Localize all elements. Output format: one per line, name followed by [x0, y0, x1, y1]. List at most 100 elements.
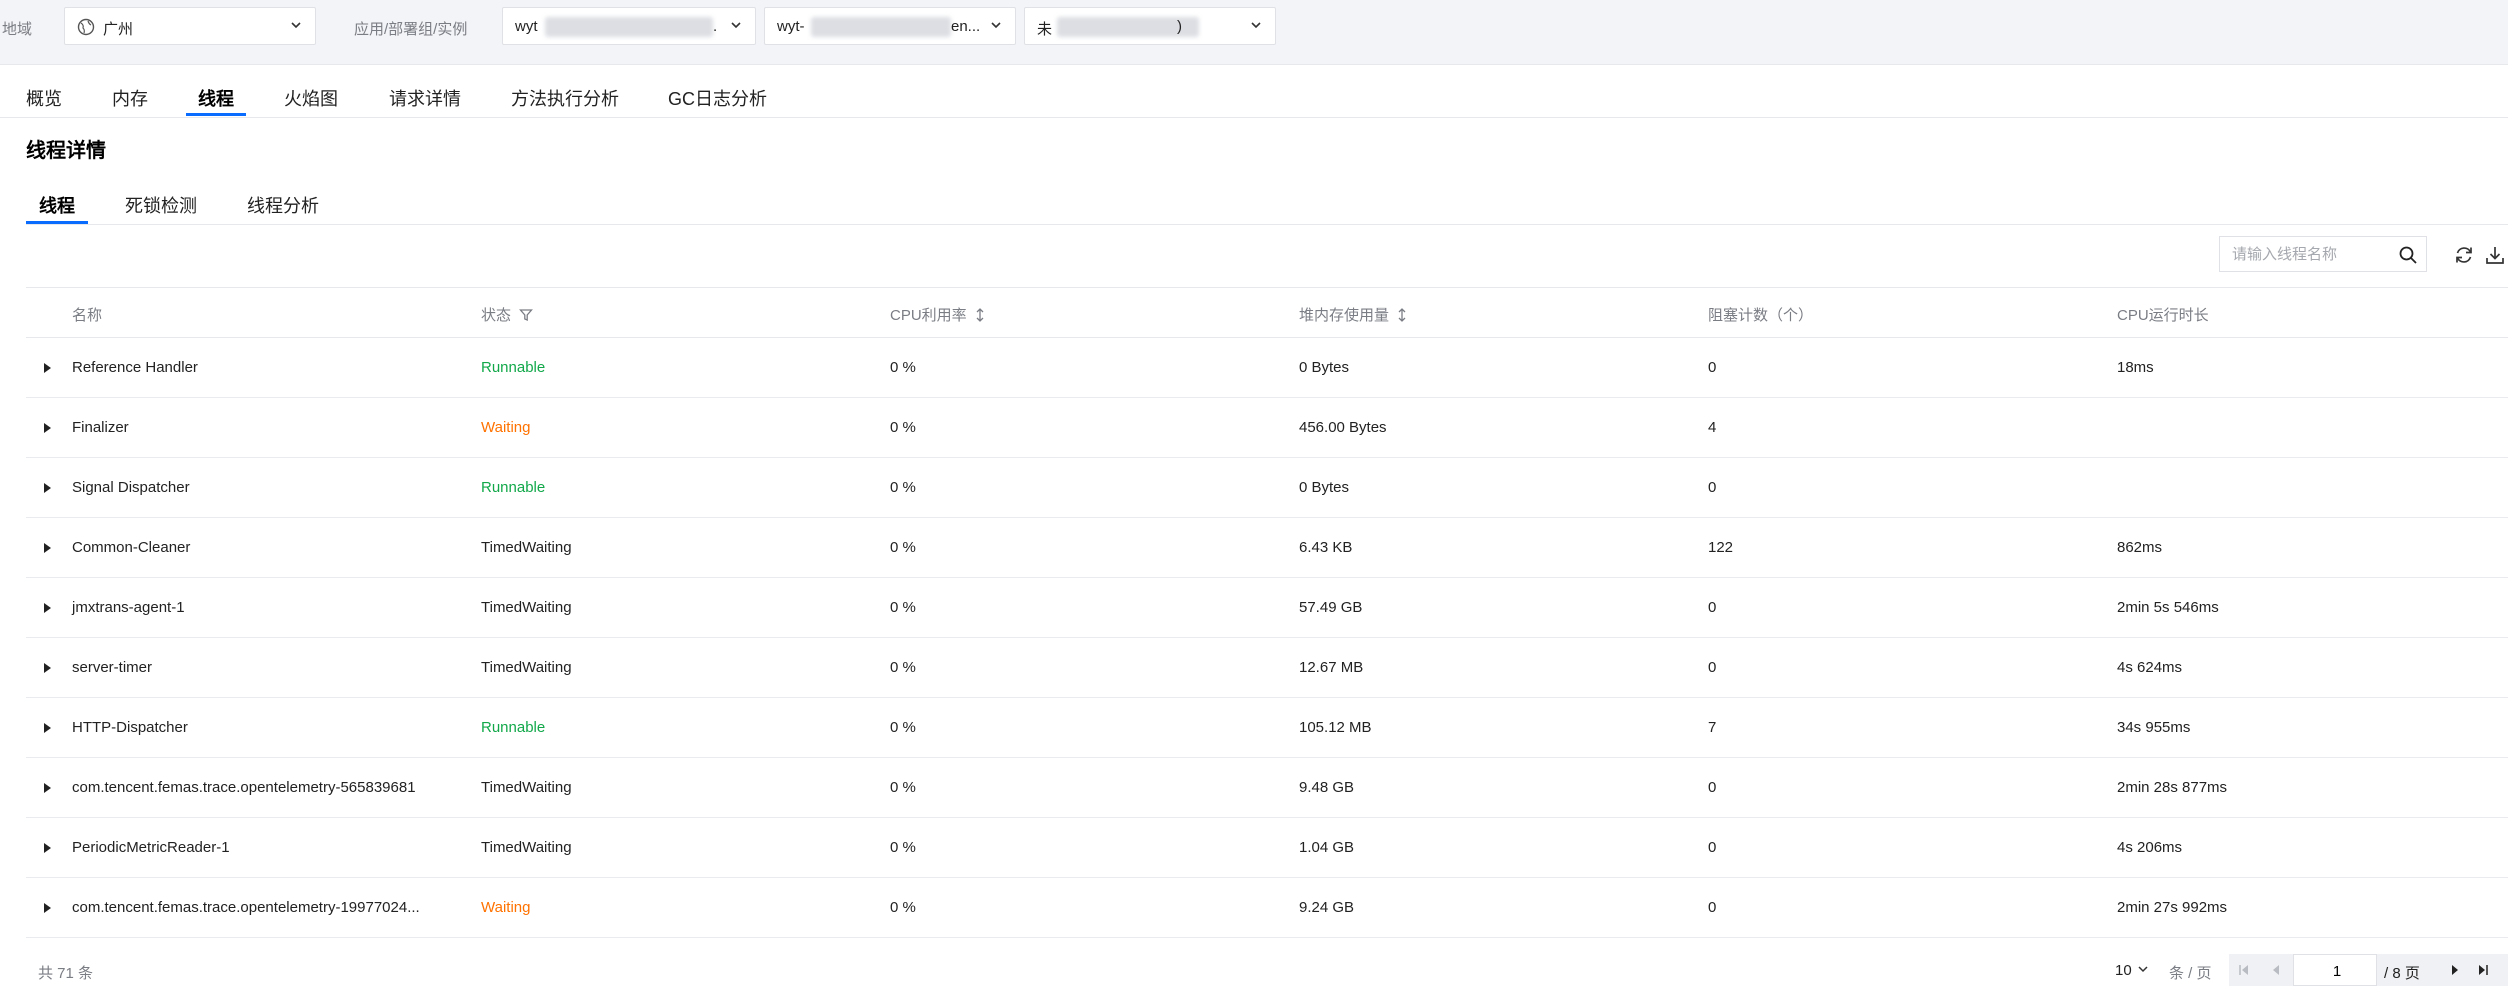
table-header: 名称 状态 CPU利用率 堆内存使用量 阻塞计数（个） CPU运行时长: [26, 288, 2508, 338]
expand-caret-icon[interactable]: [44, 903, 51, 913]
cell-cpu: 0 %: [890, 539, 916, 556]
group-select[interactable]: wyt- en...: [764, 7, 1016, 45]
subtab-deadlock[interactable]: 死锁检测: [125, 192, 197, 218]
app-select[interactable]: wyt .: [502, 7, 756, 45]
cell-blocked: 7: [1708, 719, 1717, 736]
expand-caret-icon[interactable]: [44, 663, 51, 673]
expand-caret-icon[interactable]: [44, 723, 51, 733]
cell-name: com.tencent.femas.trace.opentelemetry-19…: [72, 899, 420, 916]
table-row[interactable]: PeriodicMetricReader-1 TimedWaiting 0 % 1.0…: [26, 818, 2508, 878]
expand-caret-icon[interactable]: [44, 843, 51, 853]
page-size-select[interactable]: 10: [2115, 962, 2150, 979]
col-blocked: 阻塞计数（个）: [1708, 304, 1813, 325]
cell-heap: 105.12 MB: [1299, 719, 1372, 736]
cell-name: server-timer: [72, 659, 153, 676]
cell-cpu: 0 %: [890, 419, 916, 436]
tab-overview[interactable]: 概览: [26, 85, 62, 111]
table-row[interactable]: com.tencent.femas.trace.opentelemetry-56…: [26, 758, 2508, 818]
download-icon[interactable]: [2484, 244, 2506, 266]
col-heap[interactable]: 堆内存使用量: [1299, 304, 1407, 325]
table-row[interactable]: server-timer TimedWaiting 0 % 12.67 MB 0 4s 6…: [26, 638, 2508, 698]
active-subtab-indicator: [26, 221, 88, 224]
expand-caret-icon[interactable]: [44, 423, 51, 433]
filter-bar: 地域 广州 应用/部署组/实例 wyt . wyt- en... 未 ): [0, 0, 2508, 65]
page-title: 线程详情: [26, 140, 106, 162]
cell-cpu: 0 %: [890, 479, 916, 496]
cell-cpu: 0 %: [890, 719, 916, 736]
cell-cpu: 0 %: [890, 359, 916, 376]
tab-flamegraph[interactable]: 火焰图: [284, 85, 338, 111]
first-page-icon[interactable]: [2229, 954, 2259, 986]
expand-caret-icon[interactable]: [44, 483, 51, 493]
cell-blocked: 0: [1708, 659, 1717, 676]
tab-method-analysis[interactable]: 方法执行分析: [511, 85, 619, 111]
cell-state: Waiting: [481, 899, 531, 916]
sort-icon[interactable]: [1397, 308, 1407, 322]
cell-state: TimedWaiting: [481, 599, 572, 616]
col-cpu-time-label: CPU运行时长: [2117, 307, 2209, 324]
cell-blocked: 0: [1708, 899, 1717, 916]
pagination: 共 71 条 10 条 / 页 / 8 页: [0, 940, 2508, 994]
cell-cpu-time: 34s 955ms: [2117, 719, 2191, 736]
chevron-down-icon: [731, 22, 741, 29]
col-cpu-label: CPU利用率: [890, 307, 967, 324]
cell-cpu-time: 2min 5s 546ms: [2117, 599, 2219, 616]
tab-request-details[interactable]: 请求详情: [389, 85, 461, 111]
table-row[interactable]: Common-Cleaner TimedWaiting 0 % 6.43 KB 122 8…: [26, 518, 2508, 578]
subtab-thread-analysis[interactable]: 线程分析: [247, 192, 319, 218]
chevron-down-icon: [291, 22, 301, 29]
refresh-icon[interactable]: [2453, 244, 2475, 266]
tab-gc-log[interactable]: GC日志分析: [668, 85, 767, 111]
cell-name: HTTP-Dispatcher: [72, 719, 188, 736]
col-name-label: 名称: [72, 307, 103, 324]
expand-caret-icon[interactable]: [44, 543, 51, 553]
cell-cpu: 0 %: [890, 899, 916, 916]
col-cpu[interactable]: CPU利用率: [890, 304, 985, 325]
table-row[interactable]: HTTP-Dispatcher Runnable 0 % 105.12 MB 7 34s …: [26, 698, 2508, 758]
cell-cpu: 0 %: [890, 779, 916, 796]
tab-memory[interactable]: 内存: [112, 85, 148, 111]
tab-threads[interactable]: 线程: [198, 85, 234, 111]
next-page-icon[interactable]: [2440, 954, 2470, 986]
search-icon[interactable]: [2398, 245, 2418, 265]
cell-cpu-time: 862ms: [2117, 539, 2163, 556]
chevron-down-icon: [2138, 966, 2148, 973]
cell-name: jmxtrans-agent-1: [72, 599, 185, 616]
last-page-icon[interactable]: [2468, 954, 2498, 986]
search-input[interactable]: [2220, 237, 2414, 271]
cell-state: TimedWaiting: [481, 659, 572, 676]
cell-cpu-time: 2min 27s 992ms: [2117, 899, 2228, 916]
page-input[interactable]: [2294, 955, 2380, 987]
table-body: Reference Handler Runnable 0 % 0 Bytes 0 18ms…: [26, 338, 2508, 938]
expand-caret-icon[interactable]: [44, 363, 51, 373]
cell-cpu-time: 4s 624ms: [2117, 659, 2183, 676]
col-state: 状态: [481, 304, 533, 325]
redacted-mask: [811, 17, 951, 37]
table-row[interactable]: Finalizer Waiting 0 % 456.00 Bytes 4: [26, 398, 2508, 458]
expand-caret-icon[interactable]: [44, 603, 51, 613]
table-row[interactable]: Signal Dispatcher Runnable 0 % 0 Bytes 0: [26, 458, 2508, 518]
cell-heap: 9.24 GB: [1299, 899, 1355, 916]
filter-icon[interactable]: [519, 308, 533, 322]
cell-state: Runnable: [481, 479, 546, 496]
cell-heap: 0 Bytes: [1299, 479, 1350, 496]
cell-heap: 9.48 GB: [1299, 779, 1355, 796]
cell-name: com.tencent.femas.trace.opentelemetry-56…: [72, 779, 416, 796]
subtab-threads[interactable]: 线程: [39, 192, 75, 218]
instance-select[interactable]: 未 ): [1024, 7, 1276, 45]
total-count: 共 71 条: [38, 965, 94, 982]
prev-page-icon[interactable]: [2261, 954, 2291, 986]
thread-table: 名称 状态 CPU利用率 堆内存使用量 阻塞计数（个） CPU运行时长 Refe…: [26, 287, 2508, 938]
cell-state: TimedWaiting: [481, 539, 572, 556]
thread-search: [2219, 236, 2427, 272]
sub-tabs: 线程 死锁检测 线程分析: [26, 180, 2508, 225]
sort-icon[interactable]: [975, 308, 985, 322]
expand-caret-icon[interactable]: [44, 783, 51, 793]
cell-blocked: 0: [1708, 839, 1717, 856]
table-row[interactable]: jmxtrans-agent-1 TimedWaiting 0 % 57.49 GB 0…: [26, 578, 2508, 638]
table-row[interactable]: com.tencent.femas.trace.opentelemetry-19…: [26, 878, 2508, 938]
cell-name: Reference Handler: [72, 359, 198, 376]
region-select[interactable]: 广州: [64, 7, 316, 45]
table-row[interactable]: Reference Handler Runnable 0 % 0 Bytes 0 18ms: [26, 338, 2508, 398]
cell-cpu: 0 %: [890, 839, 916, 856]
